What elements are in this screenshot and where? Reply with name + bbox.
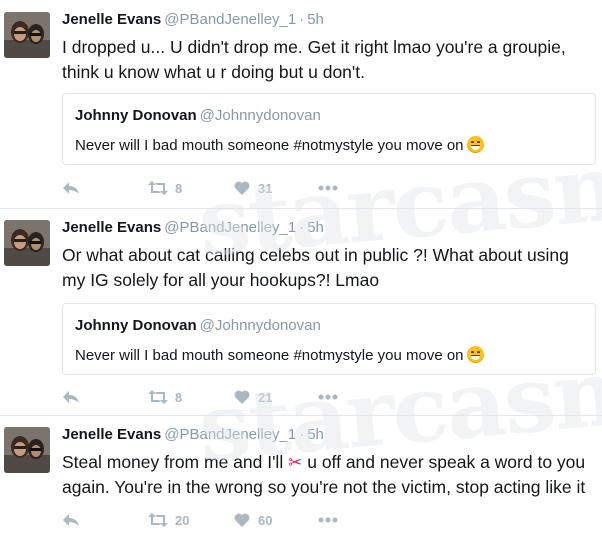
more-button[interactable] (318, 509, 338, 531)
retweet-icon (148, 390, 168, 404)
quoted-author-handle: @Johnnydonovan (199, 107, 321, 124)
more-icon (318, 517, 338, 523)
separator: · (299, 219, 305, 236)
like-count: 21 (258, 389, 273, 405)
quoted-author-name: Johnny Donovan (75, 317, 197, 334)
tweet-text: Steal money from me and I'll ✂ u off and… (62, 450, 592, 500)
retweet-count: 8 (175, 180, 183, 196)
quoted-text-line: Never will I bad mouth someone #notmysty… (75, 346, 484, 364)
more-icon (318, 185, 338, 191)
tweet[interactable]: Jenelle Evans @PBandJenelley_1 · 5h Or what… (0, 208, 602, 415)
tweet-actions: 20 60 (62, 509, 362, 531)
heart-icon (234, 181, 250, 195)
author-handle[interactable]: @PBandJenelley_1 (164, 219, 296, 236)
more-button[interactable] (318, 386, 338, 408)
more-button[interactable] (318, 177, 338, 199)
timestamp[interactable]: 5h (307, 219, 324, 236)
retweet-count: 20 (175, 512, 190, 528)
like-button[interactable]: 31 (234, 177, 272, 199)
grinning-face-emoji (466, 346, 484, 363)
like-count: 31 (258, 180, 273, 196)
quoted-tweet[interactable]: Johnny Donovan @Johnnydonovan Never will … (62, 303, 596, 375)
quoted-text: Never will I bad mouth someone #notmysty… (75, 347, 464, 364)
reply-icon (63, 182, 79, 194)
tweet-header: Jenelle Evans @PBandJenelley_1 · 5h (62, 11, 324, 28)
quoted-author-handle: @Johnnydonovan (199, 317, 321, 334)
reply-button[interactable] (62, 177, 80, 199)
like-button[interactable]: 60 (234, 509, 272, 531)
tweet-header: Jenelle Evans @PBandJenelley_1 · 5h (62, 426, 324, 443)
scissors-emoji: ✂ (288, 453, 303, 472)
quoted-header: Johnny Donovan @Johnnydonovan (75, 107, 321, 124)
tweet-text-before: Steal money from me and I'll (62, 452, 284, 472)
retweet-button[interactable]: 20 (148, 509, 189, 531)
reply-button[interactable] (62, 386, 80, 408)
retweet-button[interactable]: 8 (148, 177, 182, 199)
tweet[interactable]: Jenelle Evans @PBandJenelley_1 · 5h Steal m… (0, 415, 602, 556)
tweet-text: I dropped u... U didn't drop me. Get it … (62, 37, 566, 82)
grinning-face-emoji (466, 136, 484, 153)
tweet-header: Jenelle Evans @PBandJenelley_1 · 5h (62, 219, 324, 236)
retweet-count: 8 (175, 389, 183, 405)
separator: · (299, 11, 305, 28)
tweet[interactable]: Jenelle Evans @PBandJenelley_1 · 5h I dropp… (0, 0, 602, 208)
author-handle[interactable]: @PBandJenelley_1 (164, 11, 296, 28)
reply-icon (63, 514, 79, 526)
quoted-tweet[interactable]: Johnny Donovan @Johnnydonovan Never will … (62, 93, 596, 165)
timestamp[interactable]: 5h (307, 426, 324, 443)
heart-icon (234, 513, 250, 527)
author-handle[interactable]: @PBandJenelley_1 (164, 426, 296, 443)
reply-button[interactable] (62, 509, 80, 531)
like-button[interactable]: 21 (234, 386, 272, 408)
quoted-header: Johnny Donovan @Johnnydonovan (75, 317, 321, 334)
reply-icon (63, 391, 79, 403)
retweet-icon (148, 513, 168, 527)
quoted-author-name: Johnny Donovan (75, 107, 197, 124)
avatar[interactable] (4, 12, 50, 58)
more-icon (318, 394, 338, 400)
quoted-text-line: Never will I bad mouth someone #notmysty… (75, 136, 484, 154)
avatar[interactable] (4, 427, 50, 473)
author-name[interactable]: Jenelle Evans (62, 11, 161, 28)
tweet-text: Or what about cat calling celebs out in … (62, 245, 569, 290)
separator: · (299, 426, 305, 443)
retweet-button[interactable]: 8 (148, 386, 182, 408)
author-name[interactable]: Jenelle Evans (62, 426, 161, 443)
retweet-icon (148, 181, 168, 195)
tweet-actions: 8 31 (62, 177, 362, 199)
timestamp[interactable]: 5h (307, 11, 324, 28)
tweet-actions: 8 21 (62, 386, 362, 408)
quoted-text: Never will I bad mouth someone #notmysty… (75, 137, 464, 154)
like-count: 60 (258, 512, 273, 528)
author-name[interactable]: Jenelle Evans (62, 219, 161, 236)
avatar[interactable] (4, 220, 50, 266)
heart-icon (234, 390, 250, 404)
